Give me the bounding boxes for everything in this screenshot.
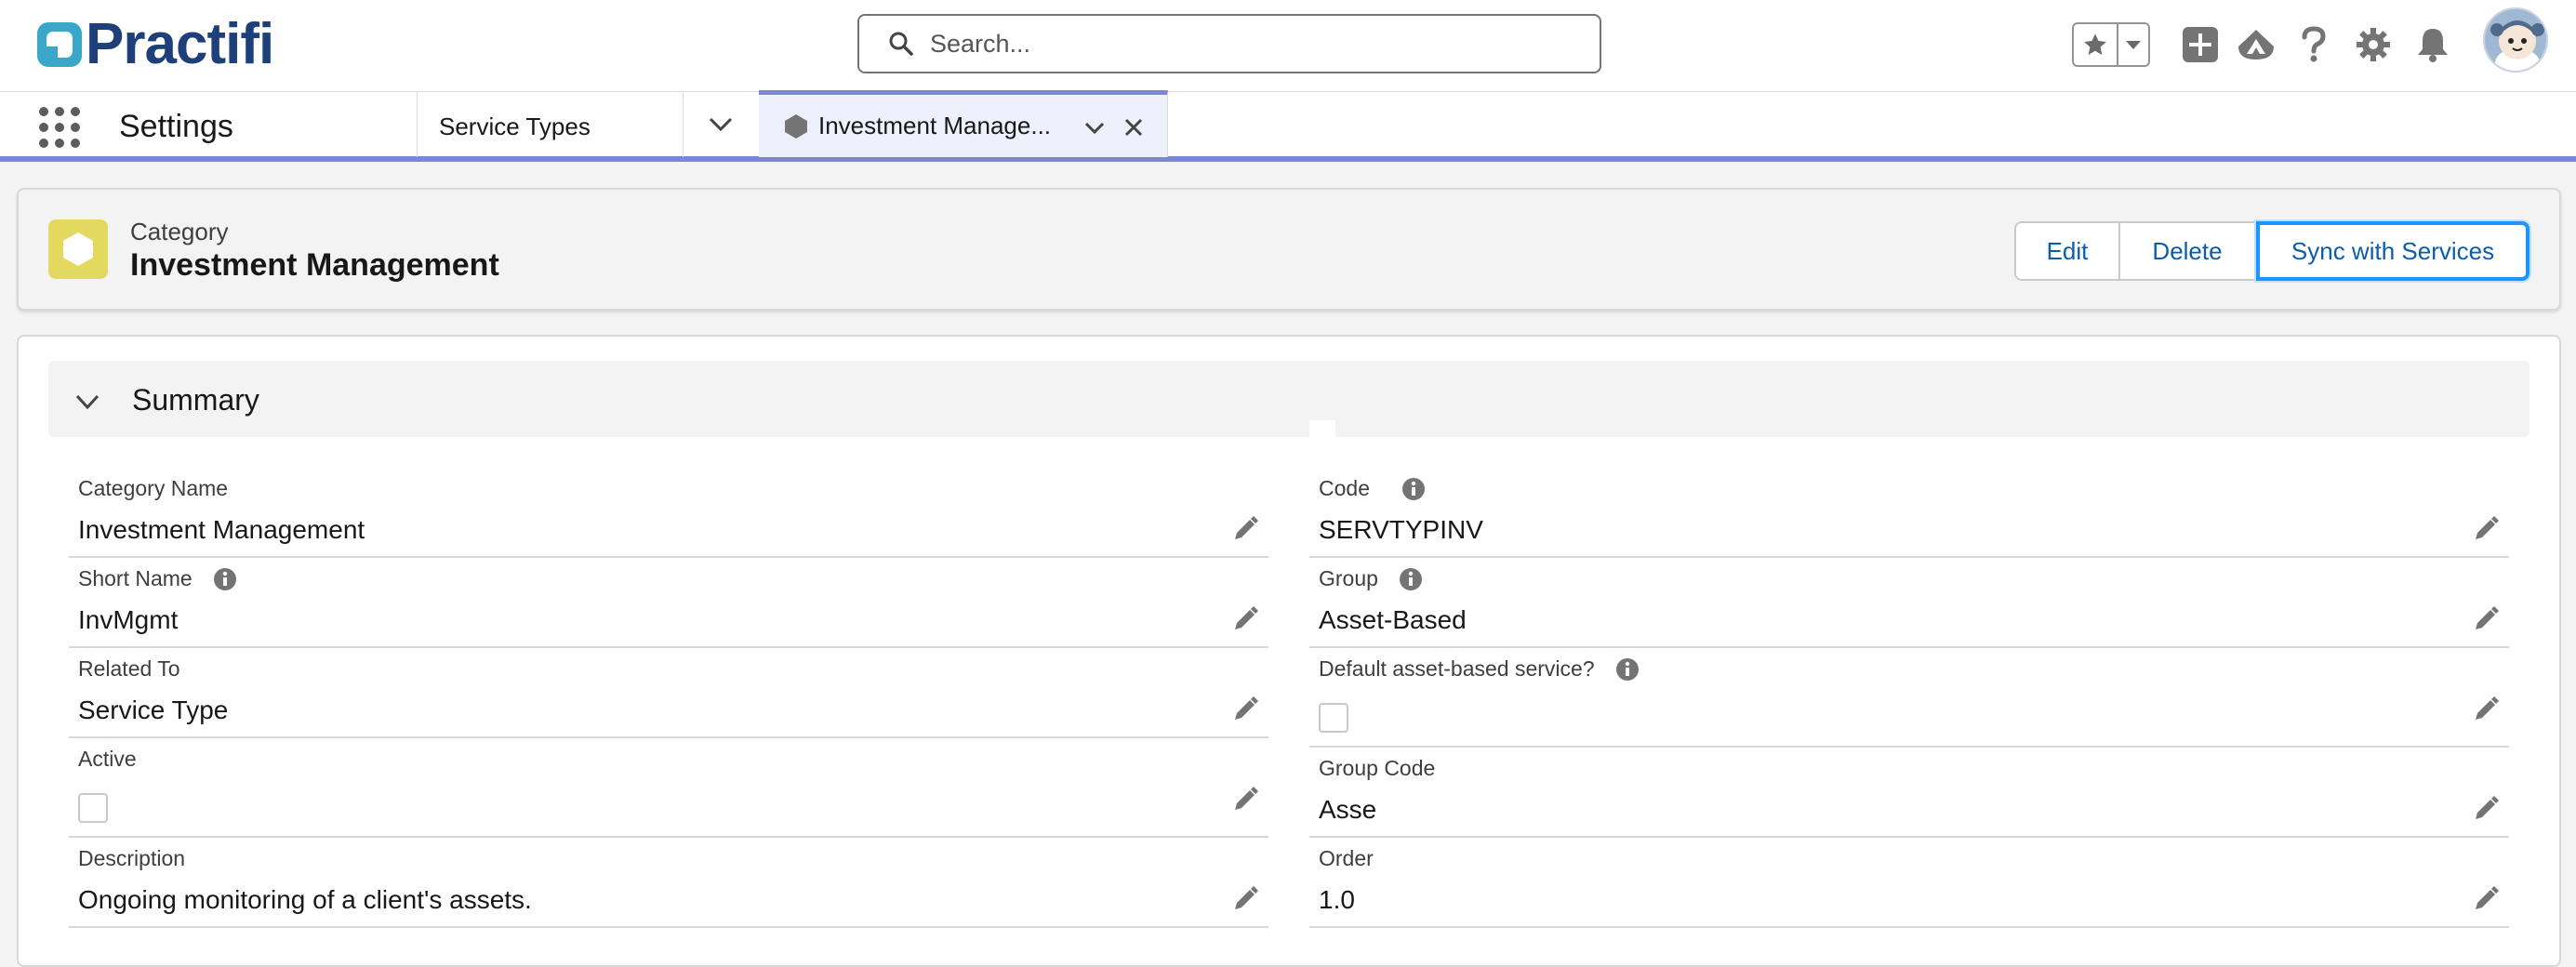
hexagon-icon — [785, 114, 807, 139]
field-related-to: Related To Service Type — [69, 656, 1268, 738]
hexagon-icon — [63, 232, 93, 266]
field-value: 1.0 — [1319, 885, 1355, 914]
favorites-star-icon[interactable] — [2074, 24, 2118, 65]
field-label: Active — [78, 747, 137, 771]
field-label: Group — [1319, 566, 1423, 591]
summary-section-header[interactable]: Summary — [48, 361, 2530, 446]
app-navigation-bar: Settings Service Types Investment Manage… — [0, 90, 2576, 162]
global-header: Practifi — [0, 0, 2576, 91]
field-description: Description Ongoing monitoring of a clie… — [69, 846, 1268, 928]
app-launcher-icon[interactable] — [39, 107, 80, 148]
astro-avatar-icon — [2485, 9, 2546, 71]
field-value: InvMgmt — [78, 605, 179, 634]
section-title: Summary — [132, 383, 259, 417]
edit-pencil-icon[interactable] — [2472, 695, 2500, 723]
practifi-logo[interactable]: Practifi — [35, 12, 274, 76]
header-utilities — [2072, 19, 2453, 71]
search-input[interactable] — [930, 29, 1581, 59]
nav-item-menu-chevron-down-icon[interactable] — [683, 92, 759, 157]
nav-item-service-types[interactable]: Service Types — [439, 113, 591, 141]
edit-button[interactable]: Edit — [2014, 221, 2120, 281]
field-label: Order — [1319, 846, 1374, 870]
search-icon — [889, 32, 913, 56]
field-label: Short Name — [78, 566, 237, 591]
field-value: Ongoing monitoring of a client's assets. — [78, 885, 532, 914]
field-category-name: Category Name Investment Management — [69, 476, 1268, 558]
setup-gear-icon[interactable] — [2353, 24, 2394, 65]
favorites-dropdown-icon[interactable] — [2118, 24, 2148, 65]
field-label-text: Code — [1319, 476, 1370, 500]
field-label: Related To — [78, 656, 180, 681]
info-icon[interactable] — [213, 567, 237, 591]
field-label-text: Short Name — [78, 566, 193, 590]
field-value: Investment Management — [78, 515, 365, 544]
blank-marker — [1309, 420, 1335, 446]
record-object-type: Category — [130, 218, 229, 245]
chevron-down-icon — [75, 394, 100, 410]
field-group-code: Group Code Asse — [1309, 756, 2509, 838]
default-asset-based-service-checkbox[interactable] — [1319, 703, 1348, 733]
field-label: Description — [78, 846, 186, 870]
delete-button[interactable]: Delete — [2120, 221, 2256, 281]
field-group: Group Asset-Based — [1309, 566, 2509, 648]
close-tab-icon[interactable] — [1122, 115, 1146, 139]
field-label: Code — [1319, 476, 1426, 501]
info-icon[interactable] — [1399, 567, 1423, 591]
field-active: Active — [69, 747, 1268, 838]
field-order: Order 1.0 — [1309, 846, 2509, 928]
field-code: Code SERVTYPINV — [1309, 476, 2509, 558]
field-label-text: Default asset-based service? — [1319, 656, 1595, 681]
logo-wordmark: Practifi — [86, 12, 274, 76]
active-checkbox[interactable] — [78, 793, 108, 823]
field-value: Asset-Based — [1319, 605, 1467, 634]
global-search[interactable] — [857, 14, 1601, 73]
record-header: Category Investment Management Edit Dele… — [17, 188, 2561, 311]
global-actions-add-icon[interactable] — [2180, 24, 2221, 65]
edit-pencil-icon[interactable] — [1231, 515, 1259, 543]
help-icon[interactable] — [2293, 24, 2334, 65]
tab-menu-chevron-down-icon[interactable] — [1082, 115, 1107, 139]
field-label-text: Group — [1319, 566, 1378, 590]
record-title: Investment Management — [130, 247, 499, 283]
edit-pencil-icon[interactable] — [1231, 695, 1259, 723]
category-record-icon — [48, 219, 108, 279]
field-default-asset-based-service: Default asset-based service? — [1309, 656, 2509, 748]
edit-pencil-icon[interactable] — [1231, 605, 1259, 633]
notifications-bell-icon[interactable] — [2412, 24, 2453, 65]
field-value: SERVTYPINV — [1319, 515, 1483, 544]
edit-pencil-icon[interactable] — [1231, 885, 1259, 913]
practifi-logo-mark-icon — [37, 22, 82, 67]
edit-pencil-icon[interactable] — [2472, 515, 2500, 543]
field-label: Default asset-based service? — [1319, 656, 1640, 682]
info-icon[interactable] — [1615, 657, 1640, 682]
sync-with-services-button[interactable]: Sync with Services — [2256, 221, 2530, 281]
user-avatar[interactable] — [2483, 7, 2548, 73]
info-icon[interactable] — [1401, 477, 1426, 501]
trailhead-icon[interactable] — [2236, 24, 2277, 65]
edit-pencil-icon[interactable] — [2472, 885, 2500, 913]
edit-pencil-icon[interactable] — [1231, 786, 1259, 814]
field-label: Group Code — [1319, 756, 1436, 780]
nav-divider — [417, 92, 418, 157]
tab-label: Investment Manage... — [818, 112, 1052, 139]
edit-pencil-icon[interactable] — [2472, 795, 2500, 823]
record-detail-card: Summary Category Name Investment Managem… — [17, 335, 2561, 967]
field-short-name: Short Name InvMgmt — [69, 566, 1268, 648]
field-value: Service Type — [78, 695, 229, 724]
favorites-button-group — [2072, 22, 2150, 67]
edit-pencil-icon[interactable] — [2472, 605, 2500, 633]
app-name: Settings — [119, 109, 233, 144]
field-value: Asse — [1319, 795, 1377, 824]
tab-investment-management[interactable]: Investment Manage... — [759, 90, 1168, 157]
field-label: Category Name — [78, 476, 229, 500]
record-actions: Edit Delete Sync with Services — [2014, 221, 2530, 281]
